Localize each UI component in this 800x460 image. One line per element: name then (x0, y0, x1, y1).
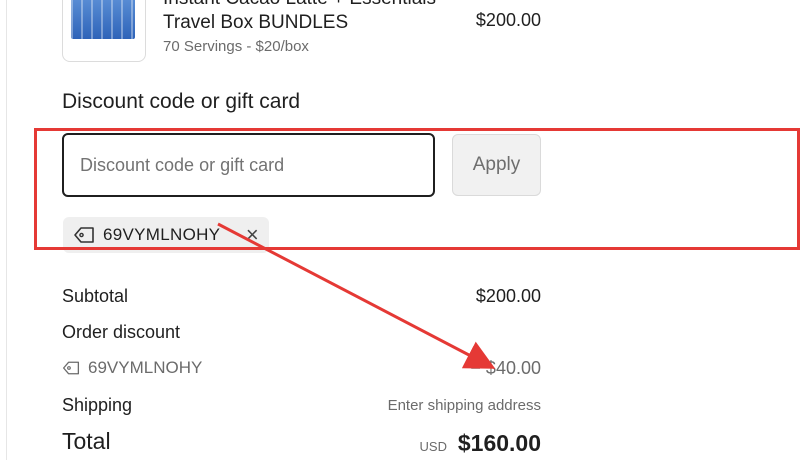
product-boxes-image (71, 0, 135, 39)
total-value: $160.00 (457, 430, 541, 456)
product-subtitle: 70 Servings - $20/box (163, 38, 309, 55)
product-name-line1: Instant Cacao Latte + Essentials (163, 0, 436, 10)
total-label: Total (62, 428, 111, 454)
left-divider (6, 0, 7, 460)
product-thumbnail (62, 0, 146, 62)
discount-code-text: 69VYMLNOHY (88, 358, 203, 377)
discount-code-line: 69VYMLNOHY (62, 358, 202, 378)
currency-label: USD (419, 439, 447, 454)
product-price: $200.00 (475, 10, 541, 30)
subtotal-value: $200.00 (475, 286, 541, 306)
product-name-line2: Travel Box BUNDLES (163, 12, 349, 33)
discount-amount: − $40.00 (470, 358, 541, 378)
subtotal-label: Subtotal (62, 286, 129, 306)
tag-icon-small (62, 361, 80, 375)
shipping-value: Enter shipping address (387, 397, 541, 414)
highlight-annotation-box (34, 128, 800, 250)
order-discount-label: Order discount (62, 322, 181, 342)
shipping-label: Shipping (62, 395, 133, 415)
discount-section-title: Discount code or gift card (62, 90, 301, 113)
